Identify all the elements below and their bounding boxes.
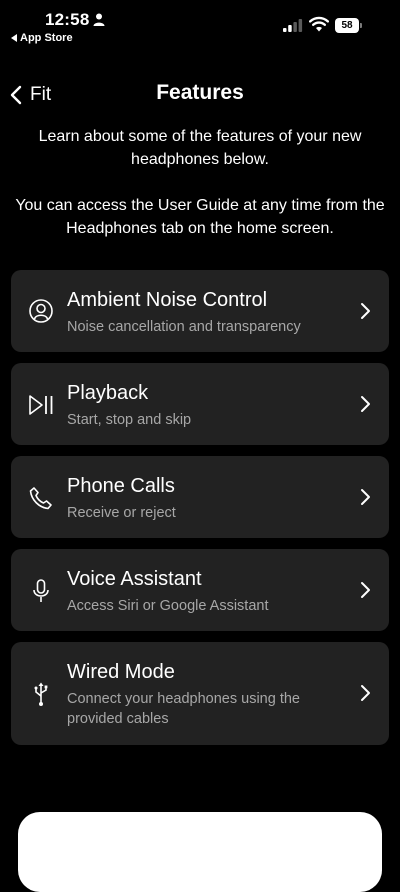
phone-icon [29,487,52,510]
feature-subtitle: Receive or reject [67,505,176,521]
feature-card-playback[interactable]: Playback Start, stop and skip [11,363,389,445]
chevron-right-icon [361,685,370,701]
chevron-right-icon [361,303,370,319]
cellular-signal-icon [283,19,303,32]
feature-card-voice-assistant[interactable]: Voice Assistant Access Siri or Google As… [11,549,389,631]
feature-subtitle: Start, stop and skip [67,412,192,428]
feature-card-ambient-noise-control[interactable]: Ambient Noise Control Noise cancellation… [11,270,389,352]
feature-title: Voice Assistant [67,568,202,590]
feature-title: Phone Calls [67,475,175,497]
battery-indicator: 58 [335,18,362,33]
feature-subtitle: Access Siri or Google Assistant [67,598,269,614]
chevron-right-icon [361,582,370,598]
back-app-label: App Store [20,32,73,44]
feature-card-wired-mode[interactable]: Wired Mode Connect your headphones using… [11,642,389,745]
page-title: Features [156,81,244,104]
battery-nub [360,23,362,28]
feature-card-phone-calls[interactable]: Phone Calls Receive or reject [11,456,389,538]
wifi-icon [309,16,329,32]
feature-title: Ambient Noise Control [67,289,268,311]
feature-title: Playback [67,382,149,404]
intro-text: Learn about some of the features of your… [38,128,362,168]
usb-icon [34,682,48,706]
back-triangle-icon [11,34,17,42]
battery-level: 58 [335,18,359,33]
back-to-app-link[interactable]: App Store [11,32,73,44]
status-bar: 12:58 App Store 58 [0,0,400,50]
ambient-noise-icon [29,299,53,323]
bottom-sheet[interactable] [18,812,382,892]
microphone-icon [33,579,49,602]
chevron-right-icon [361,489,370,505]
user-guide-text: You can access the User Guide at any tim… [15,197,385,237]
chevron-right-icon [361,396,370,412]
status-time: 12:58 [45,10,90,29]
play-pause-icon [29,395,53,415]
feature-subtitle: Connect your headphones using the provid… [67,691,300,727]
person-icon [93,13,105,26]
feature-title: Wired Mode [67,661,175,683]
feature-subtitle: Noise cancellation and transparency [67,319,301,335]
